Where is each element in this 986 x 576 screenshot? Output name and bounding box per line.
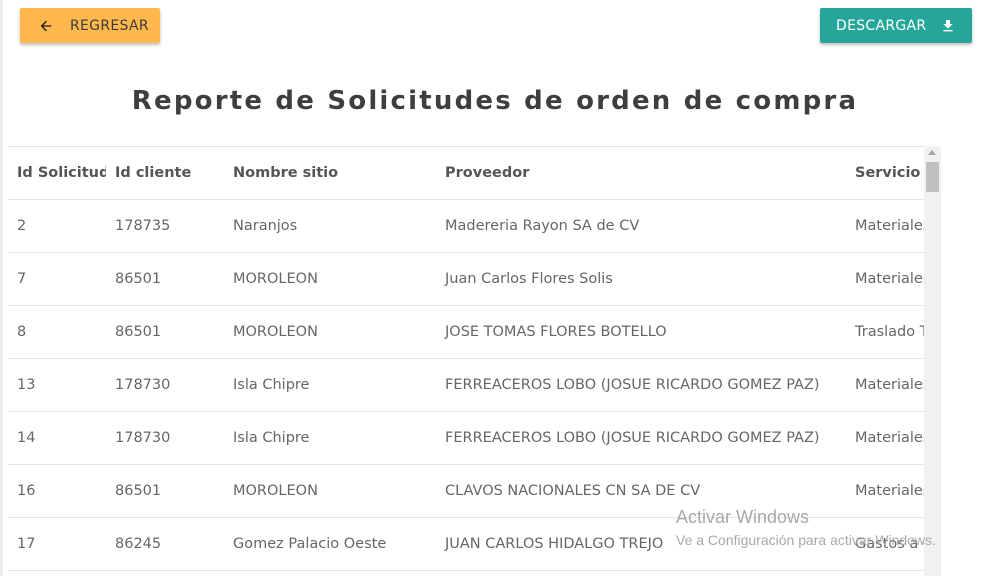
cell-id-solicitud: 16 bbox=[8, 464, 106, 518]
windows-activation-watermark: Activar Windows Ve a Configuración para … bbox=[676, 507, 936, 548]
cell-servicio: Materiales bbox=[846, 411, 924, 465]
column-header-proveedor[interactable]: Proveedor bbox=[436, 146, 846, 200]
cell-id-cliente: 86501 bbox=[106, 305, 224, 359]
cell-proveedor: FERREACEROS LOBO (JOSUE RICARDO GOMEZ PA… bbox=[436, 358, 846, 412]
cell-id-solicitud: 14 bbox=[8, 411, 106, 465]
cell-servicio: Traslado To bbox=[846, 305, 924, 359]
cell-id-cliente: 86245 bbox=[106, 517, 224, 571]
column-header-nombre-sitio[interactable]: Nombre sitio bbox=[224, 146, 436, 200]
table-row[interactable]: 13 178730 Isla Chipre FERREACEROS LOBO (… bbox=[8, 358, 924, 412]
cell-id-solicitud: 17 bbox=[8, 517, 106, 571]
cell-id-cliente: 178730 bbox=[106, 411, 224, 465]
cell-nombre-sitio: Gomez Palacio Oeste bbox=[224, 517, 436, 571]
cell-nombre-sitio: MOROLEON bbox=[224, 464, 436, 518]
cell-servicio: Materiales bbox=[846, 199, 924, 253]
column-header-servicio[interactable]: Servicio bbox=[846, 146, 924, 200]
download-icon bbox=[943, 19, 954, 31]
scrollbar-thumb[interactable] bbox=[926, 162, 939, 192]
watermark-title: Activar Windows bbox=[676, 507, 810, 527]
table-row[interactable]: 2 178735 Naranjos Madereria Rayon SA de … bbox=[8, 199, 924, 253]
cell-nombre-sitio: MOROLEON bbox=[224, 252, 436, 306]
cell-proveedor: FERREACEROS LOBO (JOSUE RICARDO GOMEZ PA… bbox=[436, 411, 846, 465]
cell-id-cliente: 86501 bbox=[106, 252, 224, 306]
arrow-left-icon bbox=[40, 20, 52, 31]
cell-id-solicitud: 2 bbox=[8, 199, 106, 253]
cell-proveedor: Madereria Rayon SA de CV bbox=[436, 199, 846, 253]
cell-id-solicitud: 8 bbox=[8, 305, 106, 359]
back-button[interactable]: REGRESAR bbox=[20, 8, 160, 43]
table-row[interactable]: 14 178730 Isla Chipre FERREACEROS LOBO (… bbox=[8, 411, 924, 465]
cell-nombre-sitio: Isla Chipre bbox=[224, 358, 436, 412]
download-button[interactable]: DESCARGAR bbox=[820, 8, 972, 43]
page-title: Reporte de Solicitudes de orden de compr… bbox=[131, 86, 859, 116]
scroll-up-arrow-icon[interactable] bbox=[928, 150, 936, 155]
watermark-subtitle: Ve a Configuración para activar Windows. bbox=[676, 532, 936, 548]
cell-id-solicitud: 7 bbox=[8, 252, 106, 306]
cell-proveedor: JOSE TOMAS FLORES BOTELLO bbox=[436, 305, 846, 359]
cell-servicio: Materiales bbox=[846, 252, 924, 306]
back-button-label: REGRESAR bbox=[70, 17, 149, 34]
table-header-row: Id Solicitud Id cliente Nombre sitio Pro… bbox=[8, 146, 924, 200]
column-header-id-cliente[interactable]: Id cliente bbox=[106, 146, 224, 200]
cell-nombre-sitio: MOROLEON bbox=[224, 305, 436, 359]
cell-proveedor: Juan Carlos Flores Solis bbox=[436, 252, 846, 306]
cell-nombre-sitio: Naranjos bbox=[224, 199, 436, 253]
cell-id-cliente: 178735 bbox=[106, 199, 224, 253]
cell-id-solicitud: 13 bbox=[8, 358, 106, 412]
table-row[interactable]: 8 86501 MOROLEON JOSE TOMAS FLORES BOTEL… bbox=[8, 305, 924, 359]
download-button-label: DESCARGAR bbox=[836, 17, 927, 34]
cell-nombre-sitio: Isla Chipre bbox=[224, 411, 436, 465]
cell-id-cliente: 178730 bbox=[106, 358, 224, 412]
cell-id-cliente: 86501 bbox=[106, 464, 224, 518]
cell-servicio: Materiales bbox=[846, 358, 924, 412]
table-row[interactable]: 7 86501 MOROLEON Juan Carlos Flores Soli… bbox=[8, 252, 924, 306]
column-header-id-solicitud[interactable]: Id Solicitud bbox=[8, 146, 106, 200]
